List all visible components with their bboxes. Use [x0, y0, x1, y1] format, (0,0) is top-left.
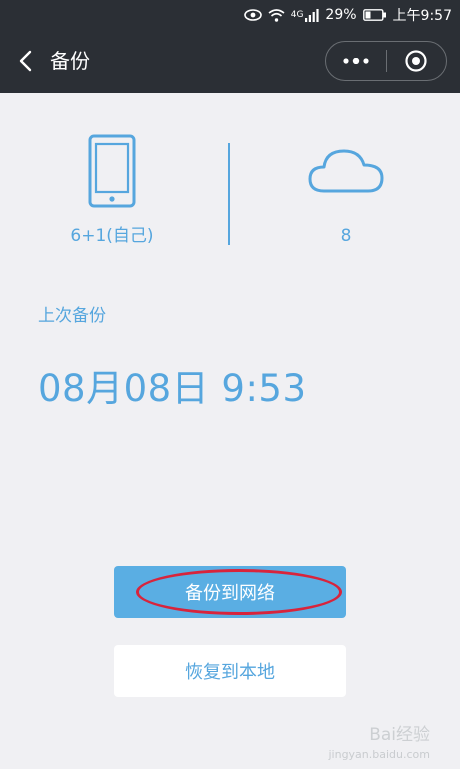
device-backup-stat: 6+1(自己) [52, 133, 172, 247]
last-backup-time: 08月08日 9:53 [38, 367, 307, 410]
wifi-icon [268, 8, 285, 22]
stats-divider [228, 143, 230, 245]
clock: 上午9:57 [392, 8, 452, 24]
miniprogram-capsule [325, 41, 447, 81]
target-close-icon [405, 50, 427, 72]
backup-to-network-button[interactable]: 备份到网络 [114, 566, 346, 618]
cloud-icon [308, 149, 384, 193]
nav-bar: 备份 [0, 30, 460, 93]
status-indicators: 4G 29% 上午9:57 [243, 0, 452, 30]
battery-icon [362, 9, 387, 21]
close-button[interactable] [387, 42, 447, 80]
more-button[interactable] [326, 42, 386, 80]
restore-to-local-button[interactable]: 恢复到本地 [114, 645, 346, 697]
status-bar: 4G 29% 上午9:57 [0, 0, 460, 30]
page-title: 备份 [50, 49, 90, 73]
cloud-backup-stat: 8 [286, 133, 406, 247]
network-label: 4G [290, 10, 304, 20]
restore-to-local-label: 恢复到本地 [185, 662, 275, 683]
baidu-watermark-url: jingyan.baidu.com [328, 748, 430, 761]
more-dots-icon [343, 58, 369, 64]
signal-icon [305, 8, 320, 22]
device-count: 6+1(自己) [70, 226, 154, 246]
eye-icon [243, 9, 262, 21]
last-backup-label: 上次备份 [38, 306, 106, 326]
backup-to-network-label: 备份到网络 [185, 583, 275, 604]
phone-icon [88, 134, 136, 208]
back-button[interactable] [10, 46, 40, 76]
chevron-left-icon [19, 50, 32, 72]
baidu-watermark: Bai经验 [369, 725, 430, 745]
battery-percent: 29% [325, 7, 357, 23]
cloud-count: 8 [340, 226, 352, 246]
